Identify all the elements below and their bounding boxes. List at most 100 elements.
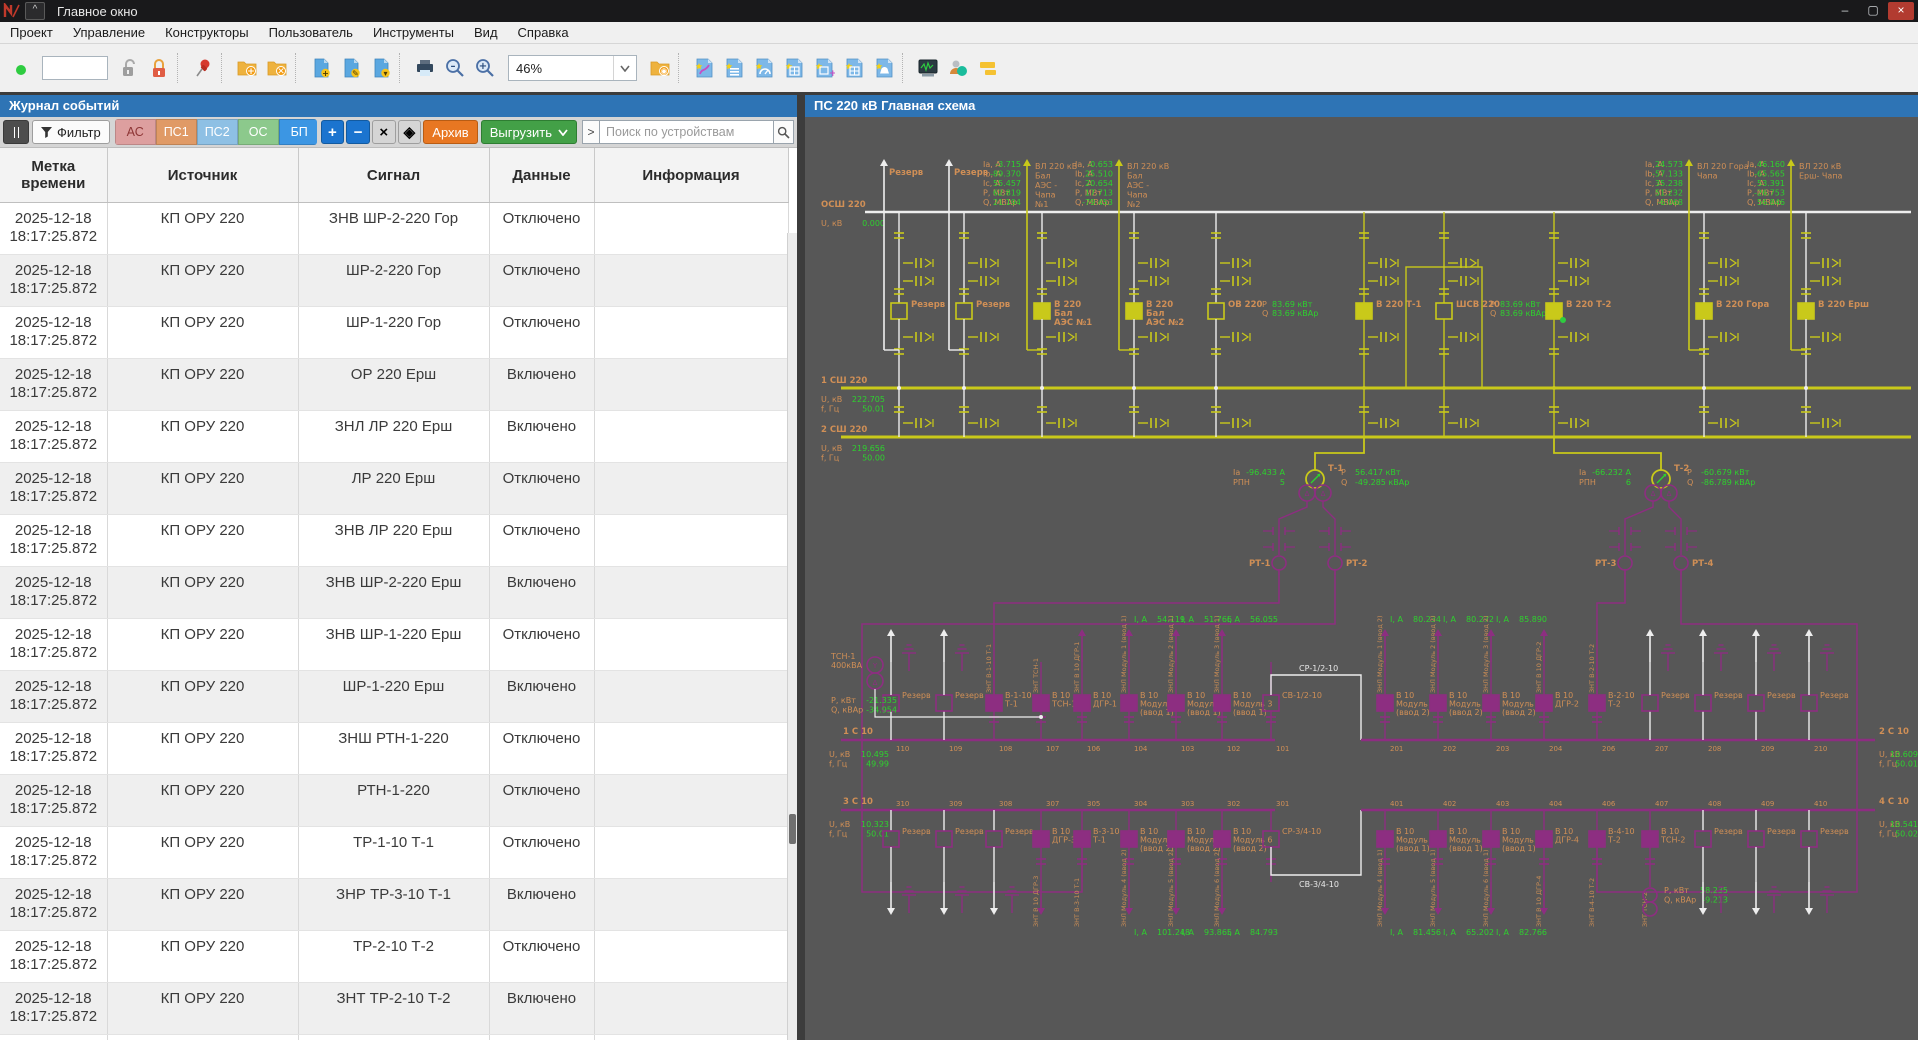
- search-button[interactable]: [774, 120, 794, 144]
- breaker10-В 10 ДГР-1[interactable]: [1074, 695, 1090, 711]
- report-list-icon[interactable]: [719, 52, 749, 84]
- menu-item-0[interactable]: Проект: [0, 22, 63, 43]
- breaker10-В 10 ДГР-4[interactable]: [1536, 831, 1552, 847]
- scheme-canvas[interactable]: ОСШ 220U, кВ0.0001 СШ 220U, кВ222.705f, …: [805, 117, 1918, 1040]
- report-alarm-icon[interactable]: [869, 52, 899, 84]
- filter-toggle-ПС2[interactable]: ПС2: [197, 119, 238, 145]
- folder-close-icon[interactable]: ✕: [262, 52, 292, 84]
- search-input[interactable]: [600, 120, 774, 144]
- breaker-В 220 Ерш[interactable]: [1798, 303, 1814, 319]
- clear-button[interactable]: ×: [372, 120, 396, 144]
- breaker10-В-1-10 Т-1[interactable]: [986, 695, 1002, 711]
- table-row[interactable]: 2025-12-1818:17:25.872КП ОРУ 220ЛР 220 Е…: [0, 463, 788, 515]
- breaker-Резерв[interactable]: [891, 303, 907, 319]
- breaker10-В 10 Модуль 2 (ввод 1)[interactable]: [1168, 695, 1184, 711]
- breaker10-В-2-10 Т-2[interactable]: [1589, 695, 1605, 711]
- table-row[interactable]: 2025-12-1818:17:25.872КП ОРУ 220ЗНВ ШР-2…: [0, 203, 788, 255]
- breaker10-В 10 Модуль 6 (ввод 2)[interactable]: [1214, 831, 1230, 847]
- user-icon[interactable]: [943, 52, 973, 84]
- table-row[interactable]: 2025-12-1818:17:25.872КП ОРУ 220ШР-1-220…: [0, 671, 788, 723]
- pin-icon[interactable]: [188, 52, 218, 84]
- breaker10-В 10 Модуль 4 (ввод 1)[interactable]: [1377, 831, 1393, 847]
- add-filter-button[interactable]: +: [321, 120, 345, 144]
- report-grid-icon[interactable]: [839, 52, 869, 84]
- status-dot-icon[interactable]: [6, 52, 36, 84]
- breaker10-В-4-10 Т-2[interactable]: [1589, 831, 1605, 847]
- value-combo[interactable]: [42, 56, 108, 80]
- table-row[interactable]: 2025-12-1818:17:25.872КП ОРУ 220ШР-1-220…: [0, 307, 788, 359]
- breaker10-В 10 Модуль 3 (ввод 1)[interactable]: [1214, 695, 1230, 711]
- close-button[interactable]: ×: [1888, 2, 1914, 20]
- zoom-combo[interactable]: 46%: [508, 55, 637, 81]
- breaker10-В 10 Модуль 3 (ввод 2)[interactable]: [1483, 695, 1499, 711]
- minimize-button[interactable]: –: [1832, 2, 1858, 20]
- breaker10-В 10 Модуль 6 (ввод 1)[interactable]: [1483, 831, 1499, 847]
- table-row[interactable]: 2025-12-1818:17:25.872КП ОРУ 220ТР-1-10 …: [0, 827, 788, 879]
- unlock-icon[interactable]: [114, 52, 144, 84]
- breaker10-В 10 Модуль 1 (ввод 1)[interactable]: [1121, 695, 1137, 711]
- menu-item-5[interactable]: Вид: [464, 22, 508, 43]
- schematic-svg[interactable]: ОСШ 220U, кВ0.0001 СШ 220U, кВ222.705f, …: [805, 117, 1918, 1040]
- filter-toggle-ОС[interactable]: ОС: [238, 119, 279, 145]
- breaker10-Резерв[interactable]: [1801, 831, 1817, 847]
- folder-view-icon[interactable]: ◉: [645, 52, 675, 84]
- breaker-В 220 Т-1[interactable]: [1356, 303, 1372, 319]
- scheme-title[interactable]: ПС 220 кВ Главная схема: [805, 95, 1918, 117]
- breaker-ШСВ 220[interactable]: [1436, 303, 1452, 319]
- doc-edit-icon[interactable]: ✎: [336, 52, 366, 84]
- marker-button[interactable]: ◈: [398, 120, 422, 144]
- breaker10-Резерв[interactable]: [986, 831, 1002, 847]
- column-header-3[interactable]: Данные: [489, 148, 594, 203]
- printer-icon[interactable]: [410, 52, 440, 84]
- panel-splitter[interactable]: [797, 95, 805, 1040]
- panels-icon[interactable]: [973, 52, 1003, 84]
- breaker-В 220 Бал АЭС №2[interactable]: [1126, 303, 1142, 319]
- breaker10-Резерв[interactable]: [1748, 831, 1764, 847]
- breaker10-В 10 Модуль 5 (ввод 2)[interactable]: [1168, 831, 1184, 847]
- breaker-В 220 Гора[interactable]: [1696, 303, 1712, 319]
- menu-item-3[interactable]: Пользователь: [259, 22, 363, 43]
- breaker10-В 10 ДГР-2[interactable]: [1536, 695, 1552, 711]
- oscilloscope-icon[interactable]: [913, 52, 943, 84]
- breaker10-Резерв[interactable]: [1695, 695, 1711, 711]
- breaker-Резерв[interactable]: [956, 303, 972, 319]
- table-row[interactable]: 2025-12-1818:17:25.872КП ОРУ 220ЗНР ТР-2…: [0, 1035, 788, 1040]
- breaker10-Резерв[interactable]: [936, 831, 952, 847]
- report-table-icon[interactable]: [779, 52, 809, 84]
- zoom-out-icon[interactable]: –: [440, 52, 470, 84]
- breaker-В 220 Т-2[interactable]: [1546, 303, 1562, 319]
- window-menu-button[interactable]: ^: [25, 2, 45, 20]
- column-header-4[interactable]: Информация: [594, 148, 788, 203]
- menu-item-6[interactable]: Справка: [508, 22, 579, 43]
- breaker10-В 10 Модуль 4 (ввод 2)[interactable]: [1121, 831, 1137, 847]
- breaker10-В 10 ДГР-3[interactable]: [1033, 831, 1049, 847]
- menu-item-1[interactable]: Управление: [63, 22, 155, 43]
- remove-filter-button[interactable]: −: [346, 120, 370, 144]
- pause-button[interactable]: [3, 120, 29, 144]
- event-log-title[interactable]: Журнал событий: [0, 95, 797, 117]
- table-row[interactable]: 2025-12-1818:17:25.872КП ОРУ 220ТР-2-10 …: [0, 931, 788, 983]
- breaker10-Резерв[interactable]: [1748, 695, 1764, 711]
- export-button[interactable]: Выгрузить: [481, 120, 577, 144]
- archive-button[interactable]: Архив: [423, 120, 477, 144]
- table-row[interactable]: 2025-12-1818:17:25.872КП ОРУ 220ЗНТ ТР-2…: [0, 983, 788, 1035]
- breaker10-Резерв[interactable]: [1801, 695, 1817, 711]
- search-expand-button[interactable]: >: [582, 120, 600, 144]
- breaker-В 220 Бал АЭС №1[interactable]: [1034, 303, 1050, 319]
- menu-item-2[interactable]: Конструкторы: [155, 22, 258, 43]
- filter-toggle-БП[interactable]: БП: [279, 119, 317, 145]
- table-row[interactable]: 2025-12-1818:17:25.872КП ОРУ 220ЗНВ ШР-2…: [0, 567, 788, 619]
- table-row[interactable]: 2025-12-1818:17:25.872КП ОРУ 220РТН-1-22…: [0, 775, 788, 827]
- table-row[interactable]: 2025-12-1818:17:25.872КП ОРУ 220ШР-2-220…: [0, 255, 788, 307]
- column-header-0[interactable]: Метка времени: [0, 148, 107, 203]
- breaker10-В 10 ТСН-1[interactable]: [1033, 695, 1049, 711]
- breaker10-Резерв[interactable]: [1642, 695, 1658, 711]
- table-row[interactable]: 2025-12-1818:17:25.872КП ОРУ 220ЗНВ ЛР 2…: [0, 515, 788, 567]
- breaker10-Резерв[interactable]: [936, 695, 952, 711]
- breaker10-Резерв[interactable]: [1695, 831, 1711, 847]
- folder-add-icon[interactable]: +: [232, 52, 262, 84]
- doc-delete-icon[interactable]: ▾: [366, 52, 396, 84]
- table-row[interactable]: 2025-12-1818:17:25.872КП ОРУ 220ЗНЛ ЛР 2…: [0, 411, 788, 463]
- report-gauge-icon[interactable]: [749, 52, 779, 84]
- scrollbar-thumb[interactable]: [789, 814, 796, 844]
